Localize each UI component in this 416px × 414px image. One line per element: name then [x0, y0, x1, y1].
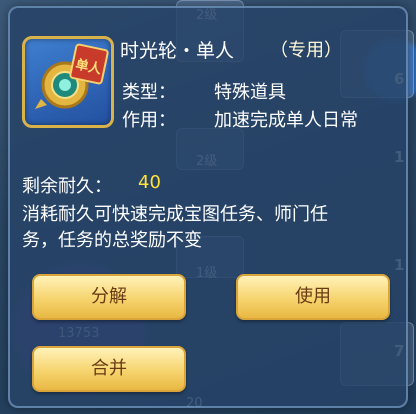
description-line: 消耗耐久可快速完成宝图任务、师门任 [22, 204, 328, 225]
item-type-label: 类型： [122, 82, 176, 103]
time-wheel-graphic: 单人 [35, 43, 109, 109]
item-effect-value: 加速完成单人日常 [214, 110, 358, 131]
time-wheel-icon: 单人 [22, 36, 114, 128]
durability-label: 剩余耐久： [22, 176, 112, 197]
durability-value: 40 [138, 172, 161, 193]
split-button[interactable]: 分解 [32, 274, 186, 320]
merge-button[interactable]: 合并 [32, 346, 186, 392]
description-line: 务，任务的总奖励不变 [22, 230, 202, 251]
item-name: 时光轮・单人 [120, 40, 235, 62]
item-tag: （专用） [270, 40, 342, 61]
use-button[interactable]: 使用 [236, 274, 390, 320]
item-type-value: 特殊道具 [214, 82, 286, 103]
item-effect-label: 作用： [122, 110, 176, 131]
